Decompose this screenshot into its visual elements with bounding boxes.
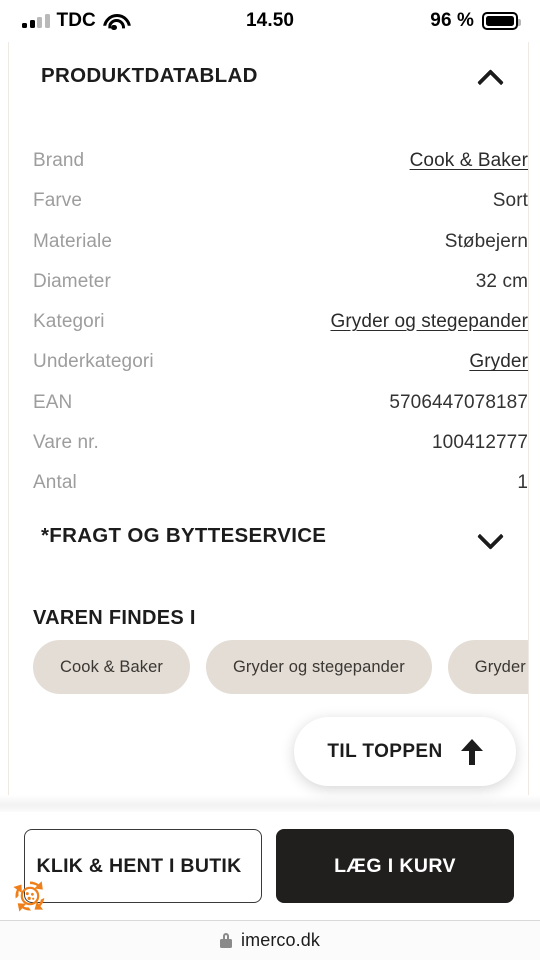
status-bar-left: TDC <box>22 10 246 32</box>
scroll-to-top-label: TIL TOPPEN <box>327 740 443 762</box>
table-row: Farve Sort <box>33 190 528 230</box>
add-to-cart-label: LÆG I KURV <box>334 854 456 877</box>
chevron-up-icon[interactable] <box>478 68 504 84</box>
content-bottom-divider <box>0 795 540 812</box>
product-page-card: PRODUKTDATABLAD Brand Cook & Baker Farve… <box>8 42 529 804</box>
browser-domain-label: imerco.dk <box>241 930 320 950</box>
product-datasheet-title: PRODUKTDATABLAD <box>41 64 258 87</box>
click-and-collect-label: KLIK & HENT I BUTIK <box>36 854 242 877</box>
phone-screen: TDC 14.50 96 % PRODUKTDATABLAD Brand Coo… <box>0 0 540 960</box>
spec-value-link[interactable]: Gryder og stegepander <box>331 311 529 333</box>
spec-label: Antal <box>33 472 77 494</box>
click-and-collect-button[interactable]: KLIK & HENT I BUTIK <box>24 829 262 903</box>
spec-value: 5706447078187 <box>389 391 528 413</box>
chip-subcategory[interactable]: Gryder <box>447 640 528 694</box>
table-row: Underkategori Gryder <box>33 351 528 391</box>
shipping-service-header[interactable]: *FRAGT OG BYTTESERVICE <box>41 524 504 548</box>
table-row: Materiale Støbejern <box>33 231 528 271</box>
spec-value-link[interactable]: Cook & Baker <box>410 150 528 172</box>
spec-label: Kategori <box>33 311 105 333</box>
carrier-label: TDC <box>56 10 96 31</box>
cookie-consent-icon[interactable] <box>6 872 54 920</box>
product-spec-table: Brand Cook & Baker Farve Sort Materiale … <box>33 150 528 513</box>
found-in-title: VAREN FINDES I <box>33 607 196 629</box>
status-bar-center: 14.50 <box>246 10 294 32</box>
browser-address-bar[interactable]: imerco.dk <box>0 920 540 960</box>
chip-category[interactable]: Gryder og stegepander <box>206 640 432 694</box>
spec-label: EAN <box>33 391 73 413</box>
clock-label: 14.50 <box>245 10 295 31</box>
bottom-action-bar: KLIK & HENT I BUTIK LÆG I KURV <box>0 812 540 920</box>
spec-label: Brand <box>33 150 85 171</box>
scroll-to-top-button[interactable]: TIL TOPPEN <box>294 717 516 786</box>
table-row: Antal 1 <box>33 472 528 512</box>
spec-value-link[interactable]: Gryder <box>469 351 528 373</box>
spec-value: 100412777 <box>431 432 528 454</box>
product-datasheet-header[interactable]: PRODUKTDATABLAD <box>41 64 504 88</box>
shipping-service-title: *FRAGT OG BYTTESERVICE <box>41 524 327 547</box>
lock-icon <box>220 933 233 948</box>
spec-label: Materiale <box>33 230 113 252</box>
status-bar: TDC 14.50 96 % <box>0 0 540 42</box>
arrow-up-icon <box>460 738 483 765</box>
table-row: Diameter 32 cm <box>33 271 528 311</box>
spec-label: Farve <box>33 190 83 212</box>
found-in-chip-list: Cook & Baker Gryder og stegepander Gryde… <box>33 640 528 694</box>
spec-label: Underkategori <box>33 351 154 373</box>
table-row: EAN 5706447078187 <box>33 392 528 432</box>
signal-bars-icon <box>22 14 50 28</box>
status-bar-right: 96 % <box>294 10 521 32</box>
add-to-cart-button[interactable]: LÆG I KURV <box>276 829 514 903</box>
spec-label: Vare nr. <box>33 432 99 454</box>
table-row: Vare nr. 100412777 <box>33 432 528 472</box>
battery-icon <box>482 12 521 30</box>
spec-value: 32 cm <box>475 270 528 292</box>
table-row: Brand Cook & Baker <box>33 150 528 190</box>
table-row: Kategori Gryder og stegepander <box>33 311 528 351</box>
spec-label: Diameter <box>33 270 111 292</box>
spec-value: Støbejern <box>444 230 528 252</box>
spec-value: 1 <box>517 472 528 494</box>
wifi-icon <box>103 13 125 30</box>
chip-brand[interactable]: Cook & Baker <box>33 640 190 694</box>
chevron-down-icon[interactable] <box>478 528 504 544</box>
battery-percent-label: 96 % <box>430 10 475 31</box>
spec-value: Sort <box>492 190 528 212</box>
